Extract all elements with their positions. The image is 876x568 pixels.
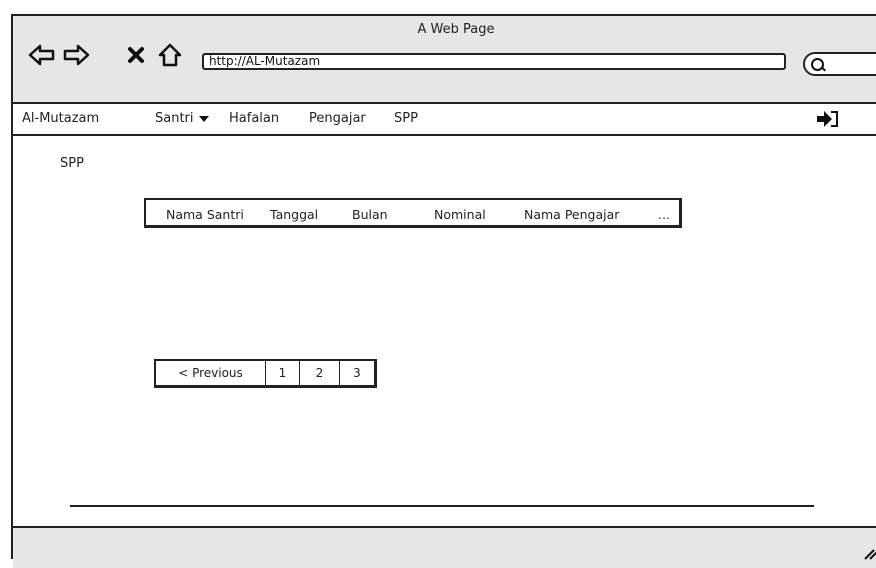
sign-out-icon[interactable] — [816, 110, 840, 128]
column-header-more[interactable]: ... — [658, 207, 670, 222]
back-arrow-icon[interactable] — [27, 40, 57, 70]
brand-link[interactable]: Al-Mutazam — [22, 111, 99, 126]
browser-search-input[interactable] — [803, 52, 876, 76]
menu-item-pengajar[interactable]: Pengajar — [309, 111, 366, 126]
home-icon[interactable] — [155, 40, 185, 70]
footer-divider — [70, 505, 814, 507]
browser-window: A Web Page http://AL-Mutazam Al-Mutazam … — [11, 14, 876, 568]
page-button-1[interactable]: 1 — [266, 361, 300, 385]
page-button-2[interactable]: 2 — [300, 361, 340, 385]
window-title: A Web Page — [417, 22, 495, 37]
column-header-tanggal[interactable]: Tanggal — [270, 207, 318, 222]
search-icon — [811, 58, 824, 71]
browser-statusbar — [13, 526, 876, 568]
pagination: < Previous 1 2 3 — [154, 359, 377, 388]
menu-item-santri[interactable]: Santri — [155, 111, 209, 126]
sketch-top-strip — [0, 0, 876, 14]
page-button-3[interactable]: 3 — [340, 361, 374, 385]
browser-titlebar: A Web Page http://AL-Mutazam — [13, 16, 876, 104]
url-input[interactable]: http://AL-Mutazam — [202, 53, 786, 70]
column-header-bulan[interactable]: Bulan — [352, 207, 388, 222]
column-header-nama-santri[interactable]: Nama Santri — [166, 207, 244, 222]
page-title: SPP — [60, 156, 84, 171]
spp-table-header: Nama Santri Tanggal Bulan Nominal Nama P… — [144, 198, 682, 228]
column-header-nama-pengajar[interactable]: Nama Pengajar — [524, 207, 619, 222]
resize-grip-icon[interactable] — [863, 548, 876, 560]
column-header-nominal[interactable]: Nominal — [434, 207, 486, 222]
forward-arrow-icon[interactable] — [61, 40, 91, 70]
menu-item-label: Santri — [155, 111, 194, 126]
chevron-down-icon — [198, 115, 209, 122]
menu-item-hafalan[interactable]: Hafalan — [229, 111, 279, 126]
stop-x-icon[interactable] — [121, 40, 151, 70]
menu-item-spp[interactable]: SPP — [394, 111, 418, 126]
previous-page-button[interactable]: < Previous — [156, 361, 266, 385]
app-menubar: Al-Mutazam Santri Hafalan Pengajar SPP — [13, 104, 876, 136]
